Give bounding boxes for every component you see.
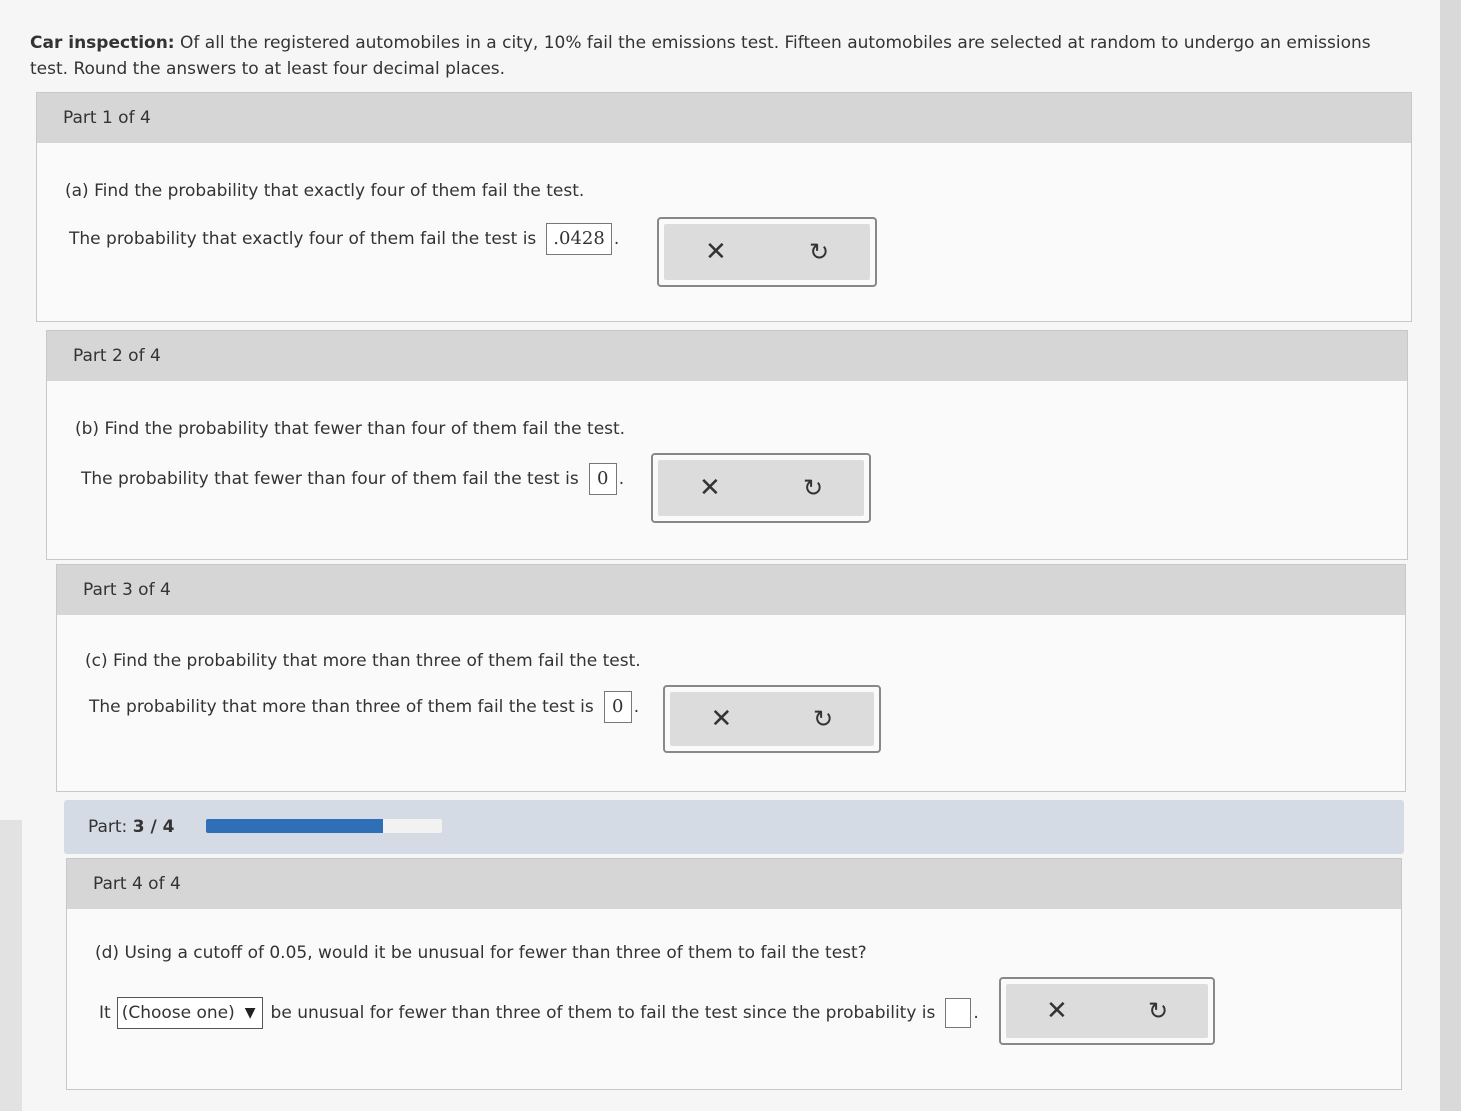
part-1-answer-line: The probability that exactly four of the… <box>69 223 619 255</box>
undo-icon[interactable]: ↺ <box>803 474 823 502</box>
part-4-answer-suffix: be unusual for fewer than three of them … <box>270 1003 936 1023</box>
triangle-down-icon: ▼ <box>244 1005 256 1021</box>
part-1-panel: Part 1 of 4 (a) Find the probability tha… <box>36 92 1412 322</box>
part-4-answer-lead: It <box>99 1003 111 1023</box>
progress-row: Part: 3 / 4 <box>64 800 1404 854</box>
progress-label: Part: 3 / 4 <box>88 800 174 854</box>
part-2-question: (b) Find the probability that fewer than… <box>75 419 626 439</box>
part-2-action-inner: ✕ ↺ <box>658 460 864 516</box>
dropdown-selected-value: (Choose one) <box>121 1003 235 1023</box>
part-1-answer-prefix: The probability that exactly four of the… <box>69 229 537 249</box>
progress-fill <box>206 819 383 833</box>
part-1-action-box: ✕ ↺ <box>657 217 877 287</box>
part-4-header: Part 4 of 4 <box>67 859 1401 909</box>
part-1-header: Part 1 of 4 <box>37 93 1411 143</box>
problem-statement: Car inspection: Of all the registered au… <box>30 30 1400 82</box>
part-3-header: Part 3 of 4 <box>57 565 1405 615</box>
part-2-answer-prefix: The probability that fewer than four of … <box>81 469 579 489</box>
close-icon[interactable]: ✕ <box>699 473 721 503</box>
part-2-answer-input[interactable]: 0 <box>588 463 617 495</box>
part-3-answer-line: The probability that more than three of … <box>89 691 639 723</box>
period: . <box>618 469 625 489</box>
part-4-answer-line: It (Choose one) ▼ be unusual for fewer t… <box>99 997 979 1029</box>
part-3-question: (c) Find the probability that more than … <box>85 651 641 671</box>
part-3-answer-input[interactable]: 0 <box>603 691 632 723</box>
progress-value: 3 / 4 <box>132 817 175 837</box>
problem-text: Of all the registered automobiles in a c… <box>30 33 1371 79</box>
undo-icon[interactable]: ↺ <box>813 705 833 733</box>
period: . <box>633 697 640 717</box>
choose-one-dropdown[interactable]: (Choose one) ▼ <box>116 997 263 1029</box>
close-icon[interactable]: ✕ <box>711 704 733 734</box>
part-4-action-box: ✕ ↺ <box>999 977 1215 1045</box>
part-3-answer-prefix: The probability that more than three of … <box>89 697 594 717</box>
part-2-header: Part 2 of 4 <box>47 331 1407 381</box>
period: . <box>973 1003 979 1023</box>
background-edge-left <box>0 820 22 1111</box>
part-1-action-inner: ✕ ↺ <box>664 224 870 280</box>
close-icon[interactable]: ✕ <box>705 237 727 267</box>
part-3-action-box: ✕ ↺ <box>663 685 881 753</box>
progress-label-text: Part: <box>88 817 128 837</box>
part-4-panel: Part 4 of 4 (d) Using a cutoff of 0.05, … <box>66 858 1402 1090</box>
part-2-panel: Part 2 of 4 (b) Find the probability tha… <box>46 330 1408 560</box>
part-1-question: (a) Find the probability that exactly fo… <box>65 181 585 201</box>
part-1-answer-input[interactable]: .0428 <box>546 223 612 255</box>
undo-icon[interactable]: ↺ <box>809 238 829 266</box>
period: . <box>613 229 620 249</box>
progress-bar <box>206 819 442 833</box>
problem-title: Car inspection: <box>30 33 175 53</box>
part-4-question: (d) Using a cutoff of 0.05, would it be … <box>95 943 867 963</box>
part-2-answer-line: The probability that fewer than four of … <box>81 463 624 495</box>
part-4-action-inner: ✕ ↺ <box>1006 984 1208 1038</box>
part-2-action-box: ✕ ↺ <box>651 453 871 523</box>
part-4-answer-input[interactable] <box>945 998 972 1028</box>
part-3-action-inner: ✕ ↺ <box>670 692 874 746</box>
undo-icon[interactable]: ↺ <box>1148 997 1168 1025</box>
close-icon[interactable]: ✕ <box>1046 996 1068 1026</box>
part-3-panel: Part 3 of 4 (c) Find the probability tha… <box>56 564 1406 792</box>
background-edge <box>1440 0 1461 1111</box>
